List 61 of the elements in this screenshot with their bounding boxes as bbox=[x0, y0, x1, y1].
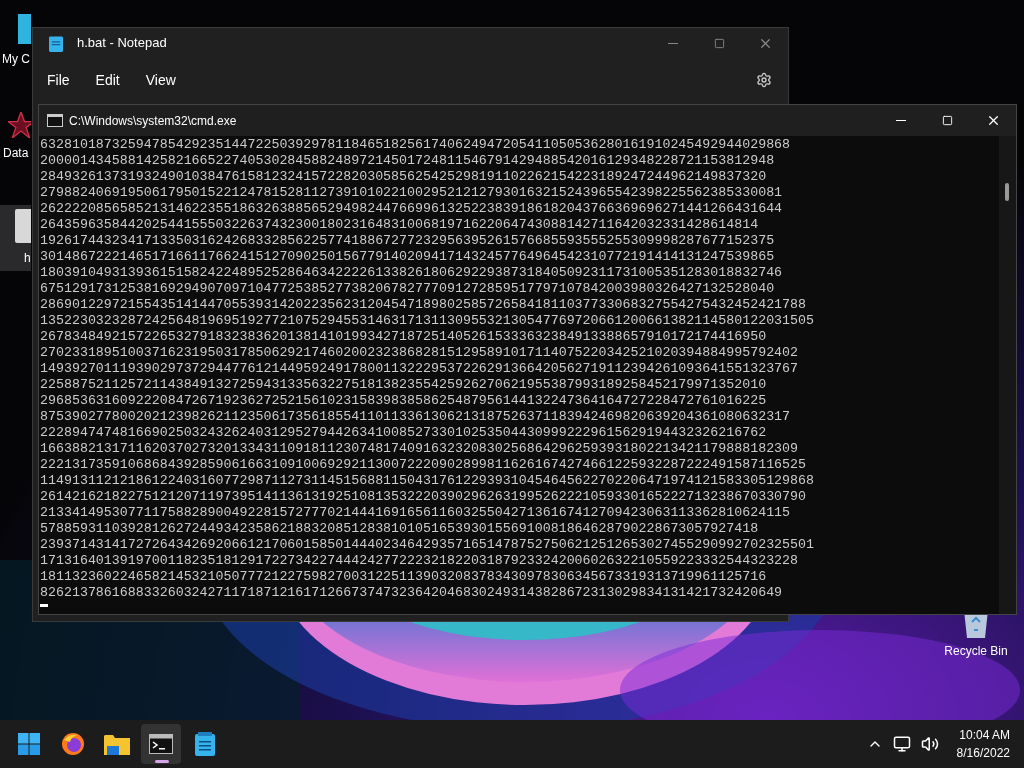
console-line: 1811323602246582145321050777212275982700312251139032083783430978306345673319313719961125716 bbox=[40, 569, 767, 585]
active-indicator bbox=[155, 760, 169, 763]
console-line: 8753902778002021239826211235061735618554110113361306213187526371183942469820639204361080632317 bbox=[40, 409, 791, 425]
minimize-icon bbox=[668, 42, 678, 44]
console-line: 20000143458814258216652274053028458824897214501724811546791429488542016129348228721153812948 bbox=[40, 153, 775, 169]
console-line: 180391049313936151582422489525286463422226133826180629229387318405092311731005351283018832746 bbox=[40, 265, 783, 281]
console-line: 286901229721554351414470553931420223562312045471898025857265841811037733068327554275432452421788 bbox=[40, 297, 807, 313]
console-icon bbox=[47, 114, 63, 127]
console-line: 16638821317116203702732013343110918112307481740916323208302568642962593931802213421179888182309 bbox=[40, 441, 799, 457]
console-line: 826213786168833260324271171871216171266737473236420468302493143828672313029834131421732420649 bbox=[40, 585, 783, 601]
scrollbar[interactable] bbox=[999, 136, 1016, 614]
notepad-icon bbox=[195, 732, 215, 756]
console-line: 30148672221465171661176624151270902501567791402094171432457764964542310772191414131247539865 bbox=[40, 249, 775, 265]
minimize-icon bbox=[896, 120, 906, 121]
volume-icon[interactable] bbox=[920, 735, 939, 753]
scrollbar-thumb[interactable] bbox=[1005, 183, 1009, 201]
console-line: 264359635844202544155503226374323001802316483100681971622064743088142711642032331428614814 bbox=[40, 217, 759, 233]
clock-date: 8/16/2022 bbox=[956, 745, 1010, 762]
terminal-icon bbox=[149, 734, 173, 754]
console-line: 2133414953077117588289004922815727770214441691656116032550427136167412709423063113362810624115 bbox=[40, 505, 791, 521]
console-line: 578859311039281262724493423586218832085128381010516539301556910081864628790228673057927418 bbox=[40, 521, 759, 537]
monitor-icon bbox=[18, 14, 31, 44]
file-icon bbox=[15, 209, 31, 243]
star-icon bbox=[8, 112, 31, 138]
network-icon[interactable] bbox=[892, 735, 911, 753]
console-line: 261421621822751212071197395141136131925108135322203902962631995262221059330165222713238670330790 bbox=[40, 489, 807, 505]
window-title: C:\Windows\system32\cmd.exe bbox=[69, 112, 237, 130]
console-line: 2258875211257211438491327259431335632275181382355425926270621955387993189258452179971352010 bbox=[40, 377, 767, 393]
icon-label: Recycle Bin bbox=[944, 643, 1008, 660]
clock-time: 10:04 AM bbox=[959, 727, 1010, 744]
console-line: 17131640139197001182351812917227342274442427722232182203187923324200602632210559223332544323228 bbox=[40, 553, 799, 569]
taskbar-app[interactable] bbox=[141, 724, 181, 764]
console-line: 14939270111939029737294477612144959249178001132229537226291366420562719112394261093641551323767 bbox=[40, 361, 799, 377]
maximize-icon bbox=[713, 37, 725, 49]
notepad-icon bbox=[49, 34, 63, 52]
console-line: 1149131121218612240316077298711273114515688115043176122939310454645622702206471974121583305129868 bbox=[40, 473, 814, 489]
console-line: 67512917312538169294907097104772538527738206782777091272859517797107842003980326427132528040 bbox=[40, 281, 775, 297]
menu-item[interactable]: Edit bbox=[86, 65, 129, 95]
desktop-icon[interactable]: h bbox=[0, 205, 31, 271]
desktop-icon[interactable]: My C bbox=[0, 10, 31, 76]
console-line: 6328101873259478542923514472250392978118465182561740624947205411050536280161910245492944029868 bbox=[40, 137, 791, 153]
windows-icon bbox=[18, 733, 40, 755]
console-line: 2849326137319324901038476158123241572282030585625425298191102262154223189247244962149837320 bbox=[40, 169, 767, 185]
console-line: 2393714314172726434269206612170601585014440234642935716514787527506212512653027455290992702325501 bbox=[40, 537, 814, 553]
console-line: 27023318951003716231950317850629217460200232386828151295891017114075220342521020394884995792402 bbox=[40, 345, 799, 361]
console-line: 19261744323417133503162426833285622577418867277232956395261576685593555255309998287677152375 bbox=[40, 233, 775, 249]
text-cursor bbox=[40, 604, 48, 607]
maximize-icon bbox=[941, 115, 953, 126]
console-line: 2228947474816690250324326240312952794426341008527330102535044309992229615629194432326216762 bbox=[40, 425, 767, 441]
console-line: 2968536316092220847267192362725215610231583983858625487956144132247364164727228472761016225 bbox=[40, 393, 767, 409]
console-line: 279882406919506179501522124781528112739101022100295212127930163215243965542398225562385330081 bbox=[40, 185, 783, 201]
menu-item[interactable]: View bbox=[136, 65, 185, 95]
console-line: 1352230323287242564819695192772107529455314631713113095532130547769720661200661382114580122031505 bbox=[40, 313, 814, 329]
menu-item[interactable]: File bbox=[38, 65, 79, 95]
folder-icon bbox=[104, 733, 130, 755]
settings-icon[interactable] bbox=[756, 72, 772, 88]
desktop-icon[interactable]: Data bbox=[0, 108, 31, 174]
console-line: 222131735910686843928590616631091006929211300722209028998116261674274661225932287222491587116525 bbox=[40, 457, 807, 473]
console-line: 2678348492157226532791832383620138141019934271872514052615333632384913388657910172174416950 bbox=[40, 329, 767, 345]
window-title: h.bat - Notepad bbox=[77, 34, 167, 53]
console-line: 262222085658521314622355186326388565294982447669961325223839186182043766369696271441266431644 bbox=[40, 201, 783, 217]
